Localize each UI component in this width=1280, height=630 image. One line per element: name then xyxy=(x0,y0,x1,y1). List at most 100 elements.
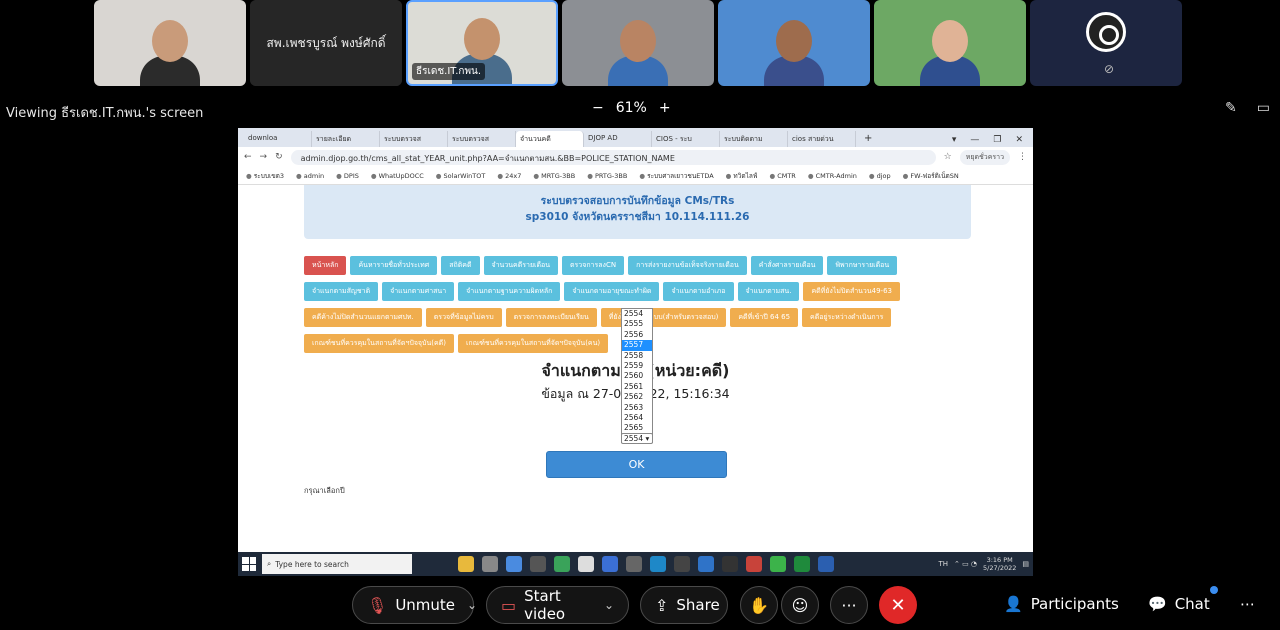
share-button[interactable]: ⇪ Share xyxy=(640,586,728,624)
unmute-button[interactable]: 🎙 Unmute ⌄ xyxy=(352,586,477,624)
chat-button[interactable]: 💬 Chat xyxy=(1148,595,1210,613)
zoom-in-button[interactable]: + xyxy=(659,100,671,116)
chrome-icon[interactable] xyxy=(506,556,522,572)
browser-tab[interactable]: CIOS - ระบ xyxy=(652,131,720,147)
terminal-icon[interactable] xyxy=(722,556,738,572)
app-icon[interactable] xyxy=(602,556,618,572)
participants-button[interactable]: 👤 Participants xyxy=(1004,595,1119,613)
year-option[interactable]: 2557 xyxy=(622,340,652,351)
chevron-down-icon[interactable]: ⌄ xyxy=(604,598,614,612)
ok-button[interactable]: OK xyxy=(546,451,727,478)
browser-tab[interactable]: ระบบติดตาม xyxy=(720,131,788,147)
ie-icon[interactable] xyxy=(698,556,714,572)
nav-button[interactable]: จำแนกตามสัญชาติ xyxy=(304,282,379,301)
year-select[interactable]: 2554 ▾ xyxy=(621,433,653,444)
participant-tile[interactable] xyxy=(562,0,714,86)
start-video-button[interactable]: ▭ Start video ⌄ xyxy=(486,586,629,624)
nav-button[interactable]: จำนวนคดีรายเดือน xyxy=(483,256,558,275)
bookmark-item[interactable]: ระบบเขต3 xyxy=(246,171,284,181)
app-icon[interactable] xyxy=(482,556,498,572)
reactions-button[interactable]: ☺ xyxy=(781,586,819,624)
nav-button[interactable]: คดีที่ยังไม่ปิดสำนวน49-63 xyxy=(803,282,900,301)
participant-tile[interactable] xyxy=(874,0,1026,86)
app-icon[interactable] xyxy=(530,556,546,572)
nav-button[interactable]: ตรวจการลงCN xyxy=(561,256,625,275)
annotate-icon[interactable]: ✎ xyxy=(1225,100,1237,116)
year-option[interactable]: 2560 xyxy=(622,371,652,381)
app-icon[interactable] xyxy=(626,556,642,572)
nav-button[interactable]: การส่งรายงานข้อเท็จจริงรายเดือน xyxy=(628,256,747,275)
browser-tab[interactable]: cios สายด่วน xyxy=(788,131,856,147)
browser-tab[interactable]: รายละเอียด xyxy=(312,131,380,147)
year-dropdown-list[interactable]: 2554 2555 2556 2557 2558 2559 2560 2561 2562 2563… xyxy=(621,308,653,443)
nav-button[interactable]: จำแนกตามศาสนา xyxy=(382,282,455,301)
nav-button[interactable]: ที่ยังไม่ปิดในระบบ(สำหรับตรวจสอบ) xyxy=(600,308,727,327)
bookmark-item[interactable]: WhatUpDOCC xyxy=(371,172,424,180)
year-option[interactable]: 2562 xyxy=(622,392,652,402)
year-option[interactable]: 2556 xyxy=(622,330,652,340)
language-indicator[interactable]: TH xyxy=(938,560,948,568)
word-icon[interactable] xyxy=(818,556,834,572)
notification-icon[interactable]: ▤ xyxy=(1022,560,1029,568)
star-icon[interactable]: ☆ xyxy=(944,152,952,162)
bookmark-item[interactable]: SolarWinTOT xyxy=(436,172,486,180)
zoom-out-button[interactable]: − xyxy=(592,100,604,116)
browser-tab[interactable]: ระบบตรวจส xyxy=(380,131,448,147)
nav-button[interactable]: จำแนกตามสน. xyxy=(737,282,800,301)
year-option[interactable]: 2558 xyxy=(622,351,652,361)
year-option[interactable]: 2559 xyxy=(622,361,652,371)
browser-tab[interactable]: จำนวนคดี xyxy=(516,131,584,147)
end-call-button[interactable]: ✕ xyxy=(879,586,917,624)
line-icon[interactable] xyxy=(770,556,786,572)
participant-tile[interactable] xyxy=(94,0,246,86)
nav-button[interactable]: หน้าหลัก xyxy=(304,256,347,275)
excel-icon[interactable] xyxy=(794,556,810,572)
back-icon[interactable]: ← xyxy=(244,152,252,162)
bookmark-item[interactable]: ทวิตไลฟ์ xyxy=(726,171,757,181)
year-option[interactable]: 2563 xyxy=(622,403,652,413)
participant-tile[interactable]: สพ.เพชรบูรณ์ พงษ์ศักดิ์ xyxy=(250,0,402,86)
nav-button[interactable]: เกณฑ์ชนที่ควรคุมในสถานที่จัดฯปัจจุบัน(คด… xyxy=(304,334,454,353)
participant-tile[interactable]: ⊘ xyxy=(1030,0,1182,86)
app-icon[interactable] xyxy=(674,556,690,572)
overflow-menu-button[interactable]: ⋯ xyxy=(1240,595,1255,613)
minimize-icon[interactable]: — xyxy=(970,135,979,145)
browser-tab[interactable]: ระบบตรวจส xyxy=(448,131,516,147)
year-option[interactable]: 2555 xyxy=(622,319,652,329)
profile-button[interactable]: หยุดชั่วคราว xyxy=(959,149,1010,165)
windows-start-icon[interactable] xyxy=(242,557,256,571)
year-option[interactable]: 2554 xyxy=(622,309,652,319)
raise-hand-button[interactable]: ✋ xyxy=(740,586,778,624)
year-option[interactable]: 2564 xyxy=(622,413,652,423)
app-icon[interactable] xyxy=(578,556,594,572)
url-field[interactable]: admin.djop.go.th/cms_all_stat_YEAR_unit.… xyxy=(290,149,936,165)
nav-button[interactable]: ตรวจที่ข้อมูลไม่ครบ xyxy=(425,308,502,327)
bookmark-item[interactable]: FW-ฟอร์ติเน็ตSN xyxy=(903,171,958,181)
browser-tab[interactable]: downloa xyxy=(244,131,312,147)
chevron-down-icon[interactable]: ⌄ xyxy=(467,598,477,612)
bookmark-item[interactable]: PRTG-3BB xyxy=(587,172,627,180)
bookmark-item[interactable]: DPIS xyxy=(336,172,359,180)
browser-tab[interactable]: DJOP AD xyxy=(584,131,652,147)
nav-button[interactable]: จำแนกตามฐานความผิดหลัก xyxy=(458,282,561,301)
nav-button[interactable]: ตรวจการลงทะเบียนเรียน xyxy=(505,308,597,327)
bookmark-item[interactable]: djop xyxy=(869,172,891,180)
bookmark-item[interactable]: MRTG-3BB xyxy=(533,172,575,180)
year-option[interactable]: 2561 xyxy=(622,382,652,392)
bookmark-item[interactable]: admin xyxy=(296,172,324,180)
nav-button[interactable]: คำสั่งศาลรายเดือน xyxy=(750,256,824,275)
nav-button[interactable]: คดีที่เข้าปี 64 65 xyxy=(730,308,799,327)
nav-button[interactable]: คดีอยู่ระหว่างดำเนินการ xyxy=(802,308,892,327)
new-tab-button[interactable]: + xyxy=(856,130,880,147)
nav-button[interactable]: จำแนกตามอายุขณะทำผิด xyxy=(564,282,660,301)
nav-button[interactable]: คดีค้างไม่ปิดสำนวนแยกตามศปท. xyxy=(304,308,422,327)
bookmark-item[interactable]: 24x7 xyxy=(497,172,521,180)
forward-icon[interactable]: → xyxy=(260,152,268,162)
more-button[interactable]: ··· xyxy=(830,586,868,624)
nav-button[interactable]: พิพากษารายเดือน xyxy=(827,256,898,275)
participant-tile[interactable]: ธีรเดช.IT.กพน. xyxy=(406,0,558,86)
taskbar-clock[interactable]: 3:16 PM 5/27/2022 xyxy=(983,556,1016,572)
app-icon[interactable] xyxy=(554,556,570,572)
restore-icon[interactable]: ❐ xyxy=(993,135,1001,145)
bookmark-item[interactable]: ระบบศาลเยาวชนETDA xyxy=(639,171,714,181)
